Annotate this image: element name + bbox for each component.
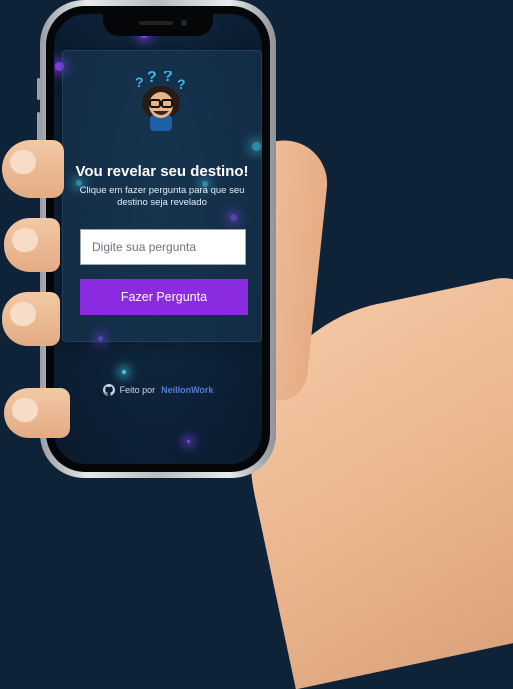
hand-finger bbox=[4, 218, 60, 272]
author-link[interactable]: NeillonWork bbox=[161, 385, 213, 395]
glow-dot bbox=[122, 370, 126, 374]
hand-finger bbox=[2, 140, 64, 198]
ask-question-button[interactable]: Fazer Pergunta bbox=[80, 279, 248, 315]
fingernail bbox=[10, 150, 36, 174]
phone-screen: ? ? ? ? Vou revelar seu destino! Clique … bbox=[54, 14, 262, 464]
phone-frame: ? ? ? ? Vou revelar seu destino! Clique … bbox=[37, 0, 276, 478]
speaker-grill bbox=[139, 21, 173, 25]
phone-side-button bbox=[37, 78, 40, 100]
page-subtitle: Clique em fazer pergunta para que seu de… bbox=[79, 185, 245, 208]
phone-bezel: ? ? ? ? Vou revelar seu destino! Clique … bbox=[46, 6, 270, 472]
glow-dot bbox=[187, 440, 190, 443]
fingernail bbox=[12, 398, 38, 422]
fortune-card: ? ? ? ? Vou revelar seu destino! Clique … bbox=[62, 50, 262, 342]
question-input[interactable] bbox=[80, 229, 246, 265]
hand-finger bbox=[2, 292, 60, 346]
github-icon[interactable] bbox=[102, 384, 115, 396]
svg-text:?: ? bbox=[177, 76, 186, 92]
front-camera bbox=[181, 20, 187, 26]
svg-text:?: ? bbox=[163, 71, 173, 85]
footer-credit: Feito por NeillonWork bbox=[54, 384, 262, 396]
avatar-with-question-marks: ? ? ? ? bbox=[135, 71, 186, 131]
svg-text:?: ? bbox=[135, 74, 144, 90]
page-title: Vou revelar seu destino! bbox=[75, 163, 249, 180]
fingernail bbox=[12, 228, 38, 252]
fingernail bbox=[10, 302, 36, 326]
hand-finger bbox=[4, 388, 70, 438]
footer-made-by: Feito por bbox=[119, 385, 156, 395]
phone-notch bbox=[103, 14, 213, 36]
svg-text:?: ? bbox=[147, 71, 157, 86]
